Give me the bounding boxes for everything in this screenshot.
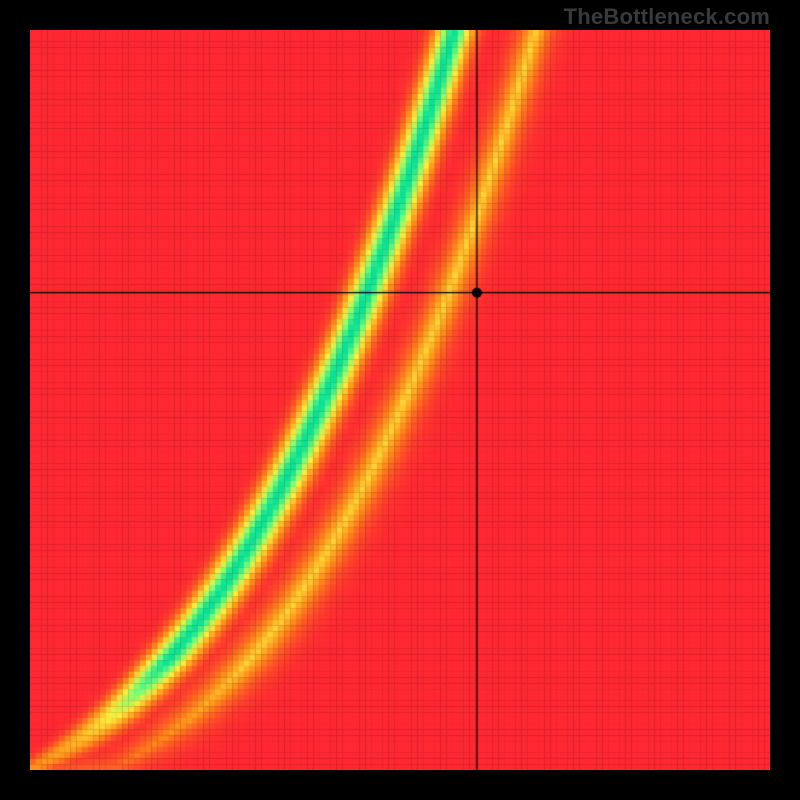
chart-frame: TheBottleneck.com bbox=[0, 0, 800, 800]
watermark-text: TheBottleneck.com bbox=[564, 4, 770, 30]
bottleneck-heatmap bbox=[30, 30, 770, 770]
